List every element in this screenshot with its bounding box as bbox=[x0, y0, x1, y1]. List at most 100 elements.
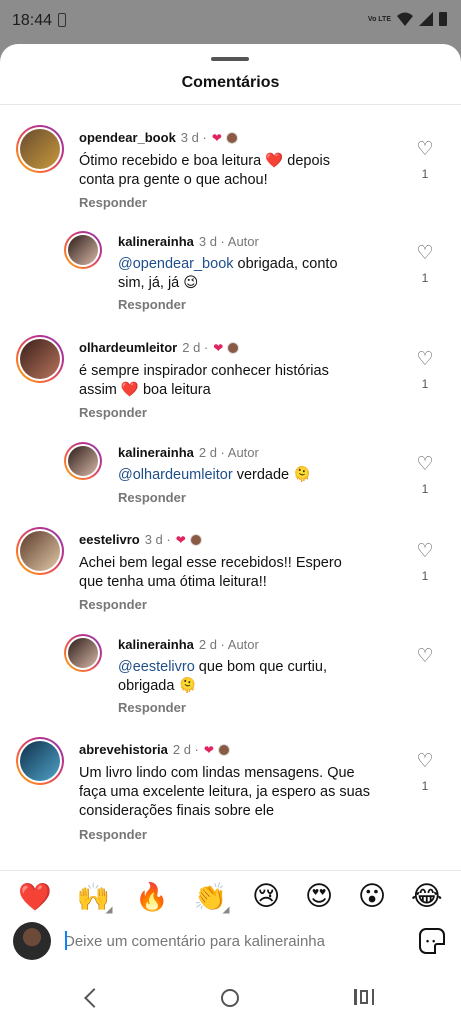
reply-button[interactable]: Responder bbox=[118, 700, 186, 715]
emoji-laughing[interactable]: 😂 bbox=[411, 881, 443, 912]
avatar[interactable] bbox=[16, 737, 64, 785]
avatar[interactable] bbox=[16, 335, 64, 383]
comment-meta: 3 d · Autor bbox=[198, 234, 259, 249]
comment-text: @olhardeumleitor verdade 🫠 bbox=[118, 467, 312, 483]
comment-item: eestelivro 3 d · ❤ Achei bem legal esse … bbox=[0, 527, 461, 627]
comment-username[interactable]: kalinerainha bbox=[118, 445, 194, 460]
comment-meta: 2 d · bbox=[182, 340, 209, 355]
reply-item: kalinerainha 2 d · Autor @eestelivro que… bbox=[0, 634, 461, 724]
current-user-avatar bbox=[13, 922, 51, 960]
emoji-heart[interactable]: ❤️ bbox=[18, 881, 52, 913]
comment-text: @eestelivro que bom que curtiu, obrigada… bbox=[118, 659, 327, 694]
comment-username[interactable]: olhardeumleitor bbox=[79, 340, 177, 355]
reply-button[interactable]: Responder bbox=[79, 405, 147, 420]
sticker-icon[interactable]: •• bbox=[419, 928, 445, 954]
comment-item: abrevehistoria 2 d · ❤ Um livro lindo co… bbox=[0, 737, 461, 857]
system-nav-bar bbox=[0, 966, 461, 1024]
status-time: 18:44 bbox=[12, 12, 53, 29]
comment-username[interactable]: kalinerainha bbox=[118, 637, 194, 652]
emoji-clapping[interactable]: 👏 bbox=[194, 881, 230, 913]
mention-link[interactable]: @eestelivro bbox=[118, 659, 195, 675]
reply-item: kalinerainha 2 d · Autor @olhardeumleito… bbox=[0, 442, 461, 522]
creator-mini-avatar bbox=[227, 341, 240, 354]
comment-input[interactable] bbox=[64, 930, 394, 952]
emoji-heart-eyes[interactable]: 😍 bbox=[305, 881, 333, 912]
like-count: 1 bbox=[421, 482, 429, 496]
reply-button[interactable]: Responder bbox=[118, 297, 186, 312]
comment-item: opendear_book 3 d · ❤ Ótimo recebido e b… bbox=[0, 125, 461, 225]
like-control: ♡ 1 bbox=[415, 542, 435, 583]
comment-text: Ótimo recebido e boa leitura ❤️ depois c… bbox=[79, 153, 330, 188]
like-count: 1 bbox=[421, 271, 429, 285]
comment-text: Um livro lindo com lindas mensagens. Que… bbox=[79, 765, 370, 819]
skin-tone-indicator bbox=[105, 906, 113, 913]
like-count: 1 bbox=[421, 377, 429, 391]
back-icon[interactable] bbox=[84, 988, 104, 1008]
emoji-raised-hands[interactable]: 🙌 bbox=[77, 881, 113, 913]
skin-tone-indicator bbox=[222, 906, 230, 913]
comment-meta: 3 d · bbox=[144, 532, 171, 547]
like-control: ♡ 1 bbox=[415, 350, 435, 391]
like-control: ♡ bbox=[415, 647, 435, 666]
avatar[interactable] bbox=[64, 231, 102, 269]
like-heart-icon[interactable]: ♡ bbox=[415, 542, 435, 561]
emoji-crying[interactable]: 😢 bbox=[252, 881, 280, 912]
comment-meta: 2 d · Autor bbox=[198, 637, 259, 652]
creator-mini-avatar bbox=[217, 743, 230, 756]
sheet-title: Comentários bbox=[181, 74, 280, 91]
like-count: 1 bbox=[421, 779, 429, 793]
reply-button[interactable]: Responder bbox=[79, 597, 147, 612]
comment-text: @opendear_book obrigada, conto sim, já, … bbox=[118, 256, 338, 291]
comment-compose: •• bbox=[0, 922, 461, 966]
like-heart-icon[interactable]: ♡ bbox=[415, 752, 435, 771]
emoji-reaction-bar: ❤️ 🙌 🔥 👏 😢 😍 😮 😂 bbox=[0, 870, 461, 922]
comment-text: Achei bem legal esse recebidos!! Espero … bbox=[79, 555, 342, 590]
like-heart-icon[interactable]: ♡ bbox=[415, 455, 435, 474]
avatar[interactable] bbox=[64, 442, 102, 480]
comment-item: olhardeumleitor 2 d · ❤ é sempre inspira… bbox=[0, 335, 461, 435]
like-heart-icon[interactable]: ♡ bbox=[415, 244, 435, 263]
comment-text: é sempre inspirador conhecer histórias a… bbox=[79, 363, 329, 398]
like-heart-icon[interactable]: ♡ bbox=[415, 350, 435, 369]
phone-status-icon bbox=[58, 13, 66, 27]
comments-list[interactable]: opendear_book 3 d · ❤ Ótimo recebido e b… bbox=[0, 105, 461, 914]
status-icons: Vo LTE bbox=[368, 12, 447, 26]
comment-username[interactable]: abrevehistoria bbox=[79, 742, 168, 757]
like-heart-icon[interactable]: ♡ bbox=[415, 140, 435, 159]
like-control: ♡ 1 bbox=[415, 244, 435, 285]
signal-icon bbox=[419, 12, 433, 26]
comment-username[interactable]: eestelivro bbox=[79, 532, 140, 547]
creator-mini-avatar bbox=[225, 131, 238, 144]
comment-meta: 2 d · bbox=[172, 742, 199, 757]
comment-username[interactable]: kalinerainha bbox=[118, 234, 194, 249]
drag-handle[interactable] bbox=[211, 57, 249, 61]
creator-liked-heart-icon: ❤ bbox=[211, 130, 222, 145]
avatar[interactable] bbox=[16, 527, 64, 575]
reply-button[interactable]: Responder bbox=[79, 195, 147, 210]
reply-item: kalinerainha 3 d · Autor @opendear_book … bbox=[0, 231, 461, 321]
like-control: ♡ 1 bbox=[415, 455, 435, 496]
recents-icon[interactable] bbox=[354, 989, 374, 1005]
avatar[interactable] bbox=[64, 634, 102, 672]
like-control: ♡ 1 bbox=[415, 752, 435, 793]
mention-link[interactable]: @olhardeumleitor bbox=[118, 467, 233, 483]
reply-button[interactable]: Responder bbox=[118, 490, 186, 505]
battery-icon bbox=[439, 12, 447, 26]
creator-liked-heart-icon: ❤ bbox=[213, 340, 224, 355]
like-count: 1 bbox=[421, 569, 429, 583]
like-control: ♡ 1 bbox=[415, 140, 435, 181]
volte-icon: Vo LTE bbox=[367, 15, 391, 23]
like-count: 1 bbox=[421, 167, 429, 181]
comment-username[interactable]: opendear_book bbox=[79, 130, 176, 145]
mention-link[interactable]: @opendear_book bbox=[118, 256, 234, 272]
creator-liked-heart-icon: ❤ bbox=[175, 532, 186, 547]
like-heart-icon[interactable]: ♡ bbox=[415, 647, 435, 666]
avatar[interactable] bbox=[16, 125, 64, 173]
reply-button[interactable]: Responder bbox=[79, 827, 147, 842]
home-icon[interactable] bbox=[221, 989, 239, 1007]
emoji-fire[interactable]: 🔥 bbox=[135, 881, 169, 913]
comment-meta: 3 d · bbox=[180, 130, 207, 145]
status-bar: 18:44 Vo LTE bbox=[0, 0, 461, 44]
emoji-surprised[interactable]: 😮 bbox=[358, 881, 386, 912]
creator-liked-heart-icon: ❤ bbox=[203, 742, 214, 757]
